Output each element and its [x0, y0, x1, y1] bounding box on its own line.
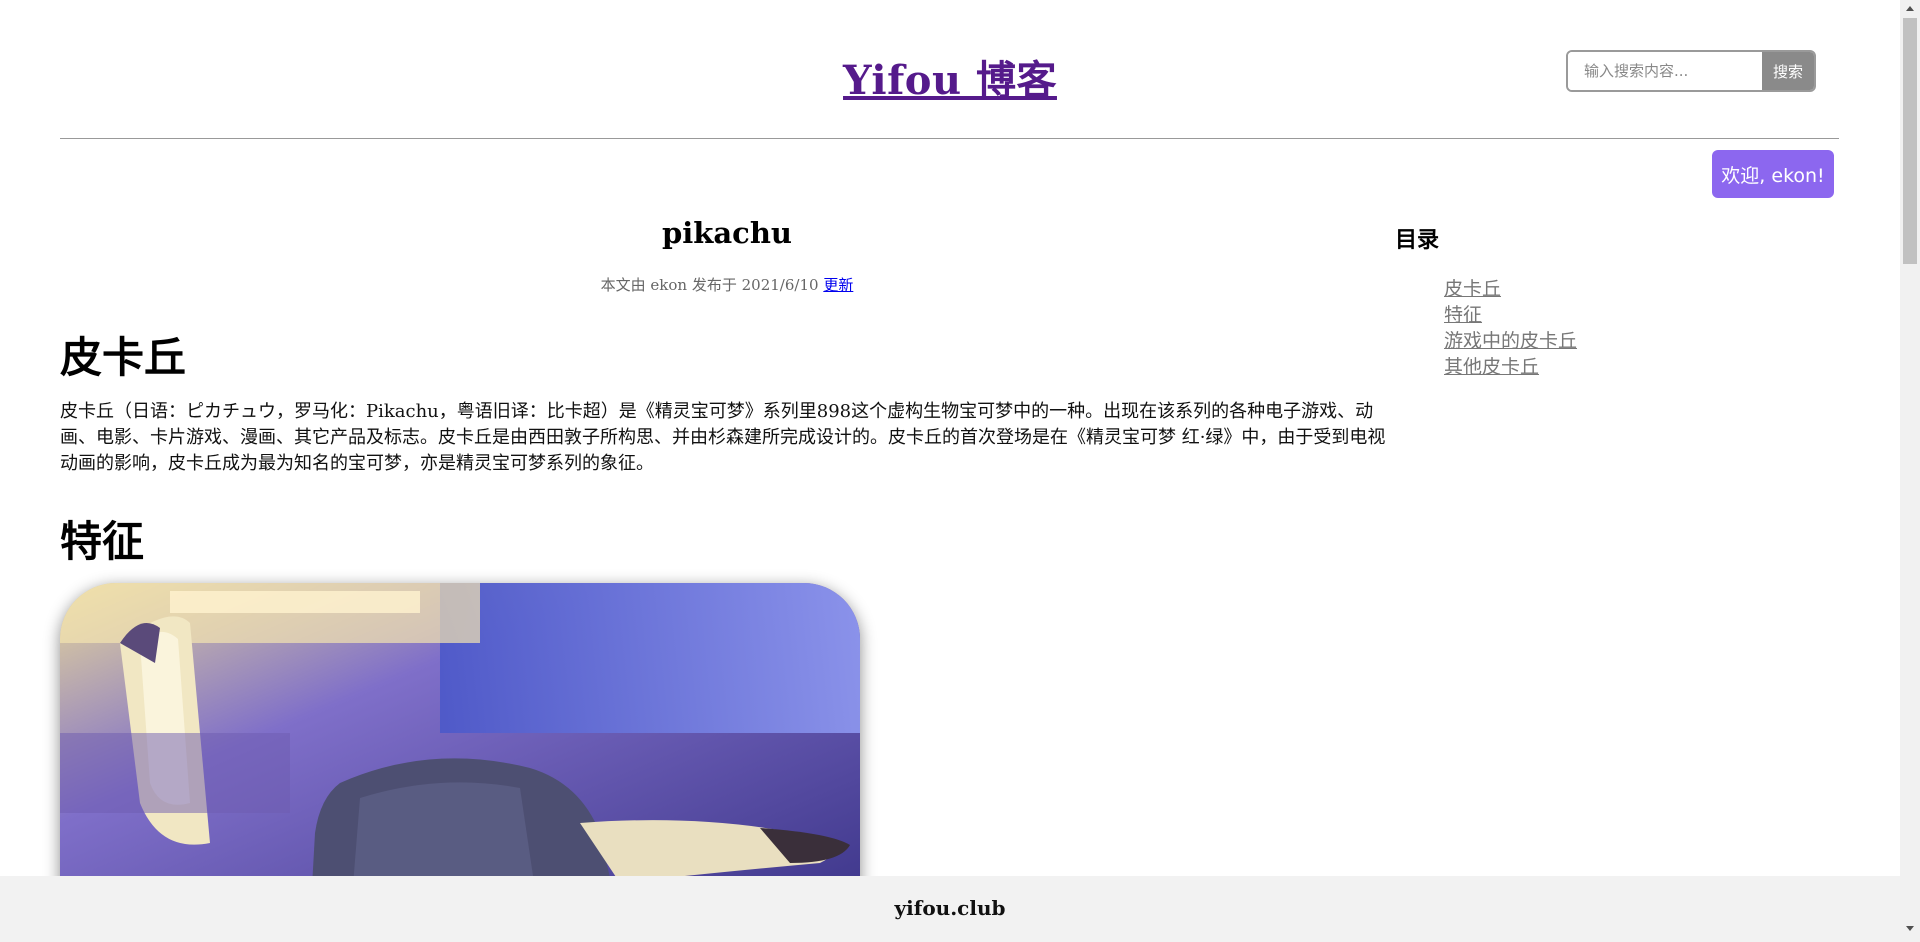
- toc-link-pikachu[interactable]: 皮卡丘: [1444, 278, 1501, 300]
- section-heading-pikachu: 皮卡丘: [60, 333, 187, 382]
- toc-link-features[interactable]: 特征: [1444, 304, 1482, 326]
- vertical-scrollbar[interactable]: [1900, 0, 1920, 942]
- footer: yifou.club: [0, 876, 1900, 942]
- post-meta: 本文由 ekon 发布于 2021/6/10 更新: [60, 274, 1394, 295]
- toc-link-other[interactable]: 其他皮卡丘: [1444, 356, 1539, 378]
- search-button[interactable]: 搜索: [1762, 52, 1814, 90]
- scrollbar-thumb[interactable]: [1903, 18, 1917, 264]
- search-input[interactable]: [1568, 52, 1762, 90]
- toc-item: 皮卡丘: [1444, 276, 1577, 302]
- toc-title: 目录: [1395, 228, 1440, 253]
- footer-domain: yifou.club: [894, 896, 1006, 920]
- scroll-down-arrow-icon[interactable]: [1906, 926, 1914, 931]
- pikachu-image: [60, 583, 860, 923]
- toc-item: 其他皮卡丘: [1444, 354, 1577, 380]
- update-link[interactable]: 更新: [823, 276, 853, 294]
- search-form: 搜索: [1566, 50, 1816, 92]
- toc-link-in-games[interactable]: 游戏中的皮卡丘: [1444, 330, 1577, 352]
- header-divider: [60, 138, 1839, 139]
- post-title: pikachu: [661, 216, 792, 250]
- section-paragraph: 皮卡丘（日语：ピカチュウ，罗马化：Pikachu，粤语旧译：比卡超）是《精灵宝可…: [60, 401, 1386, 474]
- toc-item: 特征: [1444, 302, 1577, 328]
- page: Yifou 博客 搜索 欢迎, ekon! pikachu 本文由 ekon 发…: [0, 0, 1900, 942]
- scroll-up-arrow-icon[interactable]: [1906, 6, 1914, 11]
- welcome-user-button[interactable]: 欢迎, ekon!: [1712, 150, 1834, 198]
- pikachu-photo-art: [60, 583, 860, 923]
- toc-list: 皮卡丘 特征 游戏中的皮卡丘 其他皮卡丘: [1444, 276, 1577, 380]
- post-meta-text: 本文由 ekon 发布于 2021/6/10: [600, 276, 819, 294]
- section-heading-features: 特征: [60, 517, 145, 566]
- toc-item: 游戏中的皮卡丘: [1444, 328, 1577, 354]
